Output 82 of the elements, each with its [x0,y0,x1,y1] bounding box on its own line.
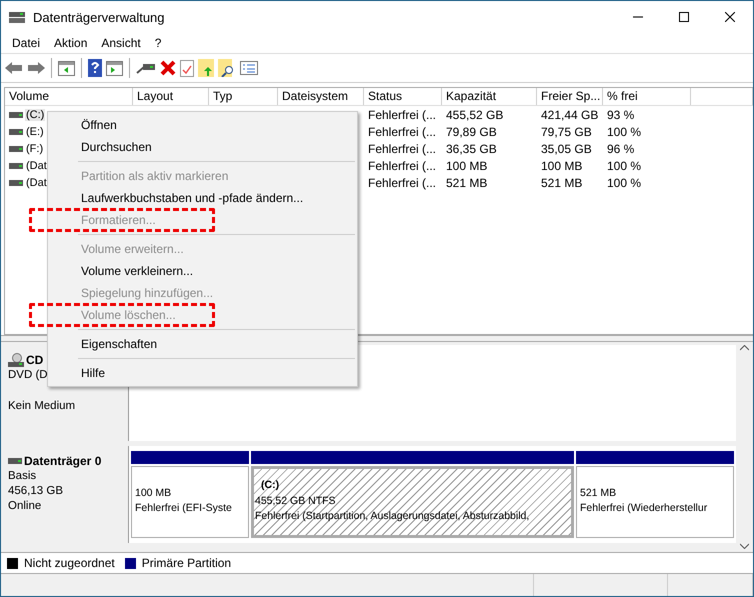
legend-label: Primäre Partition [142,556,232,570]
column-header[interactable]: Typ [209,88,278,105]
column-header[interactable]: Layout [133,88,209,105]
legend-label: Nicht zugeordnet [24,556,115,570]
column-header[interactable]: Volume [5,88,133,105]
drive-letter[interactable]: (C:) [25,108,46,120]
app-icon [9,10,25,24]
forward-arrow-icon[interactable] [27,61,45,75]
table-cell: 100 % [607,158,642,172]
partition-size: 455,52 GB NTFS [255,495,337,509]
delete-icon[interactable] [160,60,176,76]
table-cell: 521 MB [446,176,488,190]
column-header[interactable]: % frei [603,88,691,105]
table-cell: 455,52 GB [446,108,504,122]
drive-letter[interactable]: (Dat [25,176,48,188]
column-header[interactable]: Dateisystem [278,88,364,105]
partition-status: Fehlerfrei (EFI-Syste [135,502,233,516]
search-icon[interactable] [218,59,236,77]
table-cell: 93 % [607,108,634,122]
menu-option[interactable]: Laufwerkbuchstaben und -pfade ändern... [81,191,304,205]
table-cell: 100 MB [541,158,582,172]
back-arrow-icon[interactable] [5,61,23,75]
table-cell: Fehlerfrei (... [368,124,436,138]
disk-name: Datenträger 0 [24,454,102,468]
help-book-icon[interactable] [88,59,102,77]
drive-connect-icon[interactable] [136,61,156,75]
table-cell: 35,05 GB [541,142,592,156]
scroll-up-icon[interactable] [740,345,749,351]
panel-icon[interactable] [106,60,123,76]
drive-icon [9,146,23,152]
menu-item[interactable]: Datei [5,36,48,50]
menu-option[interactable]: Öffnen [81,118,117,132]
partition-size: 521 MB [580,487,618,501]
table-cell: Fehlerfrei (... [368,142,436,156]
table-cell: 36,35 GB [446,142,497,156]
drive-letter[interactable]: (F:) [25,142,44,154]
scroll-down-icon[interactable] [740,543,749,549]
table-cell: 100 MB [446,158,488,172]
table-cell: 100 % [607,124,642,138]
partition-title: (C:) [260,479,280,493]
drive-icon [9,112,23,118]
menu-option[interactable]: Eigenschaften [81,337,158,351]
column-header[interactable]: Kapazität [442,88,537,105]
menu-item[interactable]: ? [148,36,168,50]
table-cell: 96 % [607,142,634,156]
table-cell: Fehlerfrei (... [368,108,436,122]
disk-info: 456,13 GB [8,485,63,499]
disc-drive-icon [8,353,24,367]
menu-item[interactable]: Ansicht [94,36,148,50]
table-cell: 100 % [607,176,642,190]
disk-info: Basis [8,470,36,484]
table-cell: Fehlerfrei (... [368,158,436,172]
disk-info: Online [8,500,42,514]
menu-option[interactable]: Volume verkleinern... [81,264,194,278]
table-cell: 421,44 GB [541,108,598,122]
table-cell: 79,75 GB [541,124,592,138]
window-title: Datenträgerverwaltung [33,10,166,24]
partition-size: 100 MB [135,487,172,501]
drive-icon [9,162,23,168]
properties-list-icon[interactable] [240,61,258,75]
disk-info: Kein Medium [8,400,76,414]
drive-icon [9,128,23,134]
disk-info: DVD (D [8,369,48,383]
table-cell: 521 MB [541,176,582,190]
menu-option[interactable]: Durchsuchen [81,140,152,154]
partition-status: Fehlerfrei (Startpartition, Auslagerungsdatei, Absturzabbild, [255,510,530,524]
maximize-icon [679,12,689,22]
drive-icon [9,180,23,186]
panel-icon[interactable] [58,60,75,76]
menu-option[interactable]: Hilfe [81,366,106,380]
menu-item[interactable]: Aktion [47,36,94,50]
disk-name: CD [26,353,44,367]
column-header[interactable]: Freier Sp... [537,88,603,105]
drive-letter[interactable]: (Dat [25,160,48,172]
drive-letter[interactable]: (E:) [25,126,45,138]
close-icon [725,12,735,22]
column-header[interactable]: Status [364,88,442,105]
drive-icon [8,458,22,464]
partition-status: Fehlerfrei (Wiederherstellur [580,502,708,516]
checklist-icon[interactable] [180,60,194,76]
table-cell: Fehlerfrei (... [368,176,436,190]
table-cell: 79,89 GB [446,124,497,138]
